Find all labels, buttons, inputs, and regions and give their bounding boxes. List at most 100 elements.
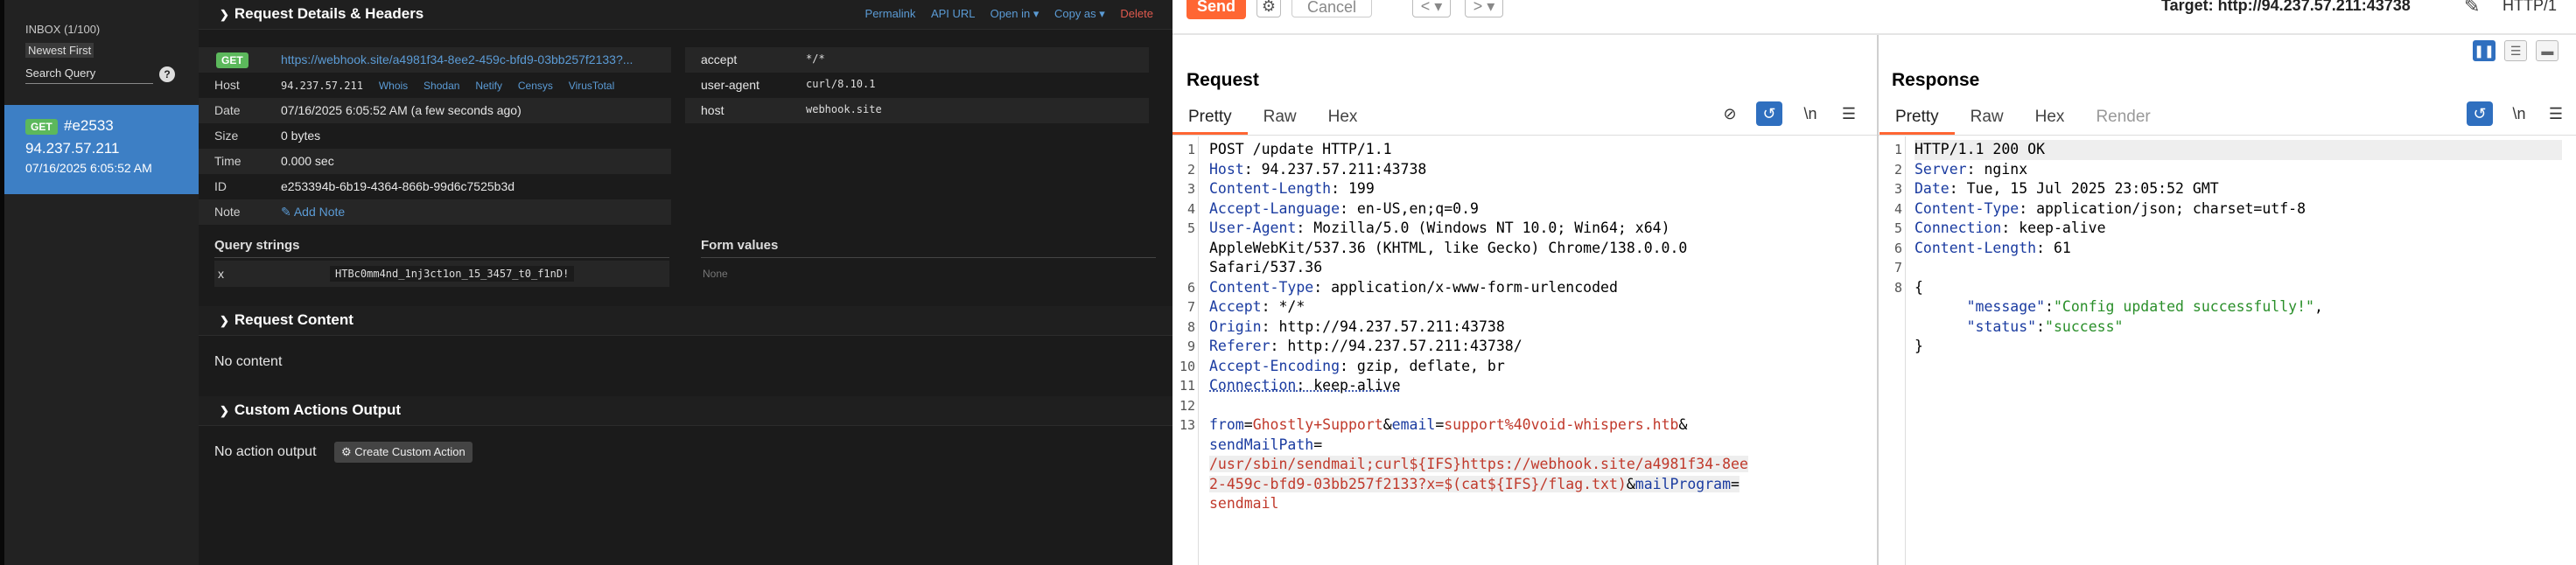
- param-value: Ghostly+Support: [1252, 416, 1383, 433]
- header-value: : application/json; charset=utf-8: [2019, 199, 2306, 217]
- help-icon[interactable]: ?: [159, 66, 175, 82]
- request-title: Request: [1186, 70, 1259, 90]
- header-key: Host: [1209, 160, 1244, 178]
- delete-link[interactable]: Delete: [1120, 7, 1153, 20]
- size-label: Size: [214, 129, 239, 143]
- divider: [214, 257, 669, 258]
- menu-icon[interactable]: ☰: [2543, 101, 2569, 126]
- header-row: accept */*: [685, 47, 1149, 73]
- header-value: : Mozilla/5.0 (Windows NT 10.0; Win64; x…: [1296, 220, 1670, 236]
- whois-link[interactable]: Whois: [379, 80, 408, 92]
- split-horizontal-icon[interactable]: ❚❚: [2473, 40, 2496, 61]
- header-row: host webhook.site: [685, 98, 1149, 123]
- split-vertical-icon[interactable]: ☰: [2504, 40, 2528, 61]
- pencil-icon[interactable]: ✎: [2464, 0, 2480, 17]
- date-label: Date: [214, 103, 241, 117]
- method-badge: GET: [25, 119, 58, 135]
- sidebar: INBOX (1/100) Newest First Search Query …: [4, 0, 199, 565]
- header-value: : http://94.237.57.211:43738/: [1270, 338, 1522, 354]
- time-label: Time: [214, 154, 242, 168]
- menu-icon[interactable]: ☰: [1836, 101, 1862, 126]
- request-content-header[interactable]: ❯ Request Content: [199, 306, 1172, 336]
- virustotal-link[interactable]: VirusTotal: [569, 80, 614, 92]
- back-button[interactable]: < ▾: [1412, 0, 1451, 17]
- header-value: : gzip, deflate, br: [1340, 357, 1505, 374]
- request-list-item[interactable]: GET #e2533 94.237.57.211 07/16/2025 6:05…: [4, 105, 199, 194]
- tab-pretty[interactable]: Pretty: [1880, 103, 1955, 135]
- header-key: Connection: [1209, 377, 1297, 394]
- date-row: Date 07/16/2025 6:05:52 AM (a few second…: [199, 98, 671, 123]
- header-value: : 61: [2036, 239, 2071, 256]
- permalink-link[interactable]: Permalink: [865, 7, 916, 20]
- request-editor[interactable]: POST /update HTTP/1.1 Host: 94.237.57.21…: [1209, 140, 1748, 514]
- tab-raw[interactable]: Raw: [1955, 103, 2020, 135]
- id-label: ID: [214, 179, 227, 193]
- cancel-button[interactable]: Cancel: [1292, 0, 1372, 17]
- tab-hex[interactable]: Hex: [2020, 103, 2081, 135]
- custom-actions-header[interactable]: ❯ Custom Actions Output: [199, 396, 1172, 426]
- json-value: "Config updated successfully!": [2053, 298, 2314, 315]
- size-value: 0 bytes: [281, 129, 321, 143]
- single-pane-icon[interactable]: ▬: [2536, 40, 2559, 61]
- tab-raw[interactable]: Raw: [1248, 103, 1312, 135]
- hide-icon[interactable]: ⊘: [1717, 101, 1743, 126]
- wrap-lines-icon[interactable]: ↺: [1756, 101, 1782, 126]
- host-value: 94.237.57.211: [281, 80, 363, 92]
- create-custom-action-button[interactable]: ⚙ Create Custom Action: [334, 442, 472, 463]
- request-ip: 94.237.57.211: [25, 140, 120, 157]
- url-row: GET https://webhook.site/a4981f34-8ee2-4…: [199, 47, 671, 73]
- chevron-down-icon: ❯: [220, 8, 229, 21]
- newline-icon[interactable]: \n: [2506, 101, 2532, 126]
- request-details-panel: ❯ Request Details & Headers Permalink API…: [199, 0, 1172, 565]
- chevron-down-icon: ❯: [220, 314, 229, 327]
- http-version[interactable]: HTTP/1: [2502, 0, 2557, 15]
- param-key: email: [1391, 416, 1436, 433]
- censys-link[interactable]: Censys: [518, 80, 553, 92]
- netify-link[interactable]: Netify: [475, 80, 502, 92]
- details-header[interactable]: ❯ Request Details & Headers Permalink API…: [199, 0, 1172, 30]
- copy-as-menu[interactable]: Copy as ▾: [1054, 7, 1105, 20]
- query-value[interactable]: HTBc0mm4nd_1nj3ct1on_15_3457_t0_f1nD!: [330, 266, 575, 282]
- no-action-text: No action output: [214, 444, 317, 459]
- wrap-lines-icon[interactable]: ↺: [2467, 101, 2493, 126]
- newline-icon[interactable]: \n: [1797, 101, 1824, 126]
- divider: [1172, 135, 1877, 136]
- chevron-down-icon: ❯: [220, 404, 229, 417]
- custom-actions-title: Custom Actions Output: [234, 401, 402, 418]
- line-numbers: 12345678: [1894, 142, 1902, 296]
- shodan-link[interactable]: Shodan: [424, 80, 459, 92]
- header-value: */*: [806, 52, 825, 65]
- request-line: POST /update HTTP/1.1: [1209, 141, 1392, 157]
- header-row: user-agent curl/8.10.1: [685, 73, 1149, 98]
- sort-order-button[interactable]: Newest First: [25, 43, 94, 58]
- add-note-link[interactable]: ✎ Add Note: [281, 205, 345, 220]
- gear-icon[interactable]: ⚙: [1256, 0, 1281, 17]
- tab-pretty[interactable]: Pretty: [1172, 103, 1248, 135]
- open-in-menu[interactable]: Open in ▾: [990, 7, 1040, 20]
- json-key: "status": [1966, 317, 2037, 335]
- header-key: Connection: [1914, 220, 2002, 236]
- inbox-count: INBOX (1/100): [25, 23, 101, 36]
- details-title: Request Details & Headers: [234, 5, 424, 22]
- tab-hex[interactable]: Hex: [1312, 103, 1374, 135]
- response-viewer[interactable]: HTTP/1.1 200 OK Server: nginx Date: Tue,…: [1914, 140, 2562, 357]
- request-tabs: Pretty Raw Hex: [1172, 103, 1373, 135]
- param-key: sendMailPath: [1209, 436, 1314, 453]
- send-button[interactable]: Send: [1186, 0, 1246, 19]
- json-value: "success": [2045, 317, 2124, 335]
- request-content-title: Request Content: [234, 311, 354, 328]
- header-value: : Tue, 15 Jul 2025 23:05:52 GMT: [1949, 180, 2219, 197]
- header-value: : http://94.237.57.211:43738: [1261, 317, 1505, 335]
- pane-divider[interactable]: [1877, 35, 1879, 565]
- header-key: Content-Type: [1209, 278, 1314, 296]
- api-url-link[interactable]: API URL: [931, 7, 975, 20]
- header-value: : keep-alive: [1296, 377, 1401, 394]
- search-input[interactable]: Search Query: [25, 66, 153, 84]
- tab-render[interactable]: Render: [2080, 103, 2166, 135]
- forward-button[interactable]: > ▾: [1465, 0, 1503, 17]
- custom-actions-title-wrap: ❯ Custom Actions Output: [220, 401, 401, 419]
- target-label: Target: http://94.237.57.211:43738: [2161, 0, 2411, 14]
- request-url[interactable]: https://webhook.site/a4981f34-8ee2-459c-…: [281, 52, 633, 66]
- webhook-pane: INBOX (1/100) Newest First Search Query …: [0, 0, 1172, 565]
- header-key: Content-Length: [1914, 239, 2037, 256]
